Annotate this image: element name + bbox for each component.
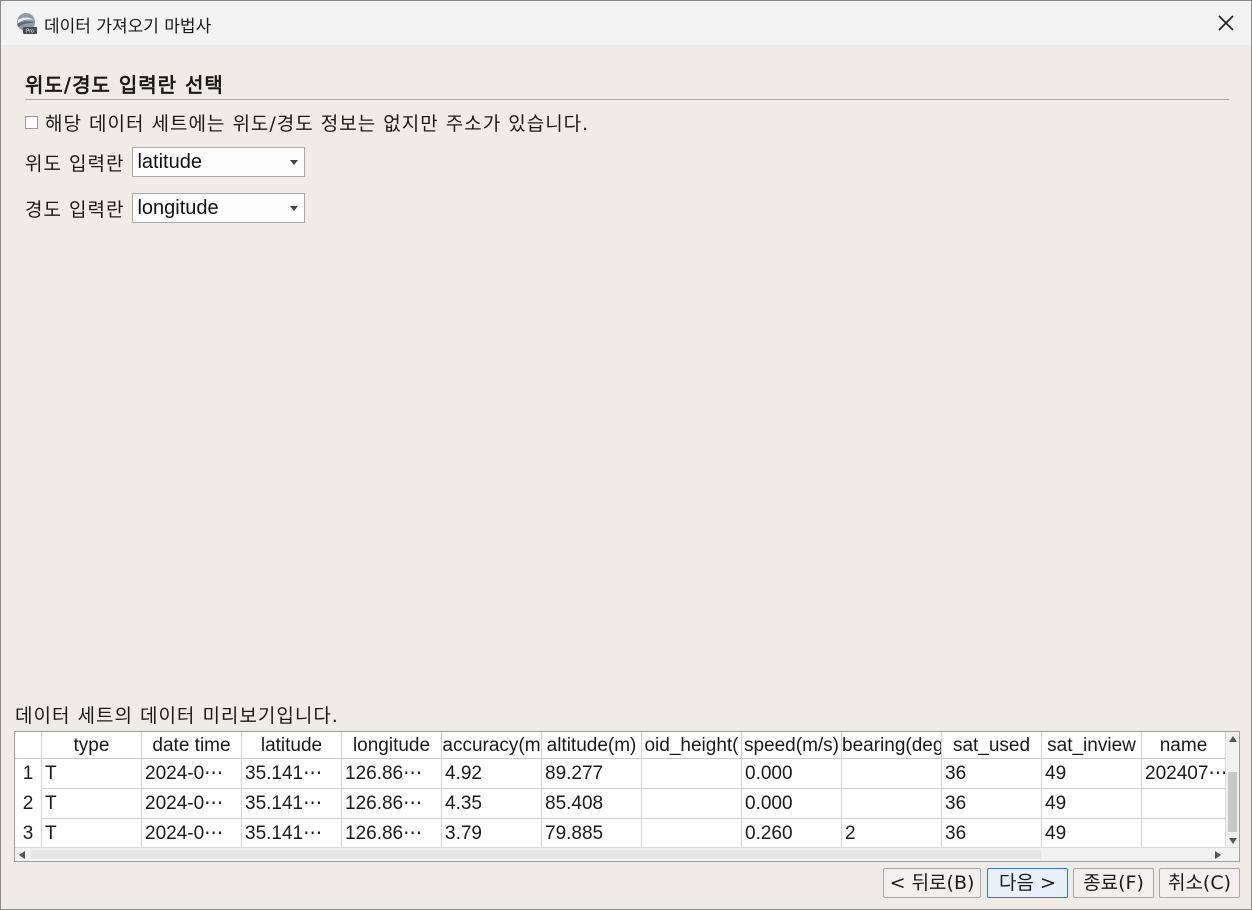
close-button[interactable]: [1201, 1, 1251, 45]
import-wizard-window: Pro 데이터 가져오기 마법사 위도/경도 입력란 선택 해당 데이터 세트에…: [0, 0, 1252, 910]
table-cell: 2: [842, 819, 942, 849]
table-cell: [1142, 819, 1226, 849]
table-cell: [842, 789, 942, 819]
column-header[interactable]: oid_height(: [642, 732, 742, 759]
table-row[interactable]: 1 T 2024-0⋯ 35.141⋯ 126.86⋯ 4.92 89.277 …: [15, 759, 1226, 789]
table-cell: 2024-0⋯: [142, 819, 242, 849]
scroll-right-icon[interactable]: [1215, 851, 1221, 859]
column-header[interactable]: sat_inview: [1042, 732, 1142, 759]
table-cell: 89.277: [542, 759, 642, 789]
column-header[interactable]: altitude(m): [542, 732, 642, 759]
latitude-field-value: latitude: [137, 151, 202, 173]
latitude-field-label: 위도 입력란: [25, 152, 125, 175]
table-row[interactable]: 3 T 2024-0⋯ 35.141⋯ 126.86⋯ 3.79 79.885 …: [15, 819, 1226, 849]
row-number: 1: [15, 759, 42, 789]
table-cell: 36: [942, 759, 1042, 789]
grid-body: 1 T 2024-0⋯ 35.141⋯ 126.86⋯ 4.92 89.277 …: [15, 759, 1226, 849]
page-heading: 위도/경도 입력란 선택: [25, 73, 224, 97]
longitude-field-row: 경도 입력란 longitude: [25, 193, 306, 223]
column-header[interactable]: sat_used: [942, 732, 1042, 759]
vertical-scrollbar[interactable]: [1225, 732, 1239, 848]
scroll-down-icon[interactable]: [1229, 838, 1237, 844]
column-header[interactable]: longitude: [342, 732, 442, 759]
finish-button[interactable]: 종료(F): [1073, 868, 1154, 898]
latitude-field-dropdown[interactable]: latitude: [132, 147, 306, 177]
column-header[interactable]: latitude: [242, 732, 342, 759]
column-header[interactable]: speed(m/s): [742, 732, 842, 759]
grid-header: type date time latitude longitude accura…: [15, 732, 1226, 759]
row-number-header: [15, 732, 42, 759]
table-cell: 49: [1042, 759, 1142, 789]
table-cell: 35.141⋯: [242, 789, 342, 819]
table-cell: [642, 819, 742, 849]
row-number: 3: [15, 819, 42, 849]
scroll-thumb[interactable]: [31, 850, 1041, 859]
table-cell: 35.141⋯: [242, 759, 342, 789]
table-cell: 0.260: [742, 819, 842, 849]
table-cell: 0.000: [742, 789, 842, 819]
table-cell: 4.92: [442, 759, 542, 789]
table-cell: 2024-0⋯: [142, 789, 242, 819]
back-button[interactable]: < 뒤로(B): [883, 868, 981, 898]
data-preview-grid[interactable]: type date time latitude longitude accura…: [14, 731, 1240, 862]
preview-label: 데이터 세트의 데이터 미리보기입니다.: [15, 705, 339, 727]
column-header[interactable]: bearing(deg: [842, 732, 942, 759]
table-cell: 36: [942, 789, 1042, 819]
table-cell: 79.885: [542, 819, 642, 849]
row-number: 2: [15, 789, 42, 819]
window-title: 데이터 가져오기 마법사: [44, 17, 212, 37]
address-checkbox-label: 해당 데이터 세트에는 위도/경도 정보는 없지만 주소가 있습니다.: [45, 112, 590, 135]
table-cell: 49: [1042, 789, 1142, 819]
cancel-button[interactable]: 취소(C): [1159, 868, 1240, 898]
table-cell: 36: [942, 819, 1042, 849]
chevron-down-icon: [290, 206, 299, 211]
table-cell: [842, 759, 942, 789]
table-cell: 3.79: [442, 819, 542, 849]
heading-divider: [25, 99, 1229, 100]
table-cell: T: [42, 759, 142, 789]
table-cell: 0.000: [742, 759, 842, 789]
latitude-field-row: 위도 입력란 latitude: [25, 147, 306, 177]
column-header[interactable]: name: [1142, 732, 1226, 759]
table-cell: 4.35: [442, 789, 542, 819]
table-cell: 35.141⋯: [242, 819, 342, 849]
longitude-field-label: 경도 입력란: [25, 198, 125, 221]
address-option-row[interactable]: 해당 데이터 세트에는 위도/경도 정보는 없지만 주소가 있습니다.: [25, 109, 589, 135]
table-cell: 49: [1042, 819, 1142, 849]
table-cell: 126.86⋯: [342, 759, 442, 789]
column-header[interactable]: type: [42, 732, 142, 759]
next-button[interactable]: 다음 >: [987, 868, 1068, 898]
table-cell: 85.408: [542, 789, 642, 819]
arcgis-pro-icon: Pro: [17, 13, 37, 35]
scroll-thumb[interactable]: [1228, 772, 1237, 832]
table-cell: [642, 759, 742, 789]
title-bar: Pro 데이터 가져오기 마법사: [1, 1, 1251, 45]
longitude-field-dropdown[interactable]: longitude: [132, 193, 306, 223]
table-cell: 202407⋯: [1142, 759, 1226, 789]
table-cell: 2024-0⋯: [142, 759, 242, 789]
table-row[interactable]: 2 T 2024-0⋯ 35.141⋯ 126.86⋯ 4.35 85.408 …: [15, 789, 1226, 819]
table-cell: 126.86⋯: [342, 819, 442, 849]
close-icon: [1218, 15, 1234, 31]
table-cell: 126.86⋯: [342, 789, 442, 819]
column-header[interactable]: accuracy(m: [442, 732, 542, 759]
scroll-left-icon[interactable]: [19, 851, 25, 859]
chevron-down-icon: [290, 160, 299, 165]
longitude-field-value: longitude: [137, 197, 219, 219]
column-header[interactable]: date time: [142, 732, 242, 759]
address-checkbox[interactable]: [25, 115, 38, 129]
table-cell: [642, 789, 742, 819]
svg-text:Pro: Pro: [26, 29, 34, 35]
table-cell: [1142, 789, 1226, 819]
table-cell: T: [42, 789, 142, 819]
scroll-up-icon[interactable]: [1229, 736, 1237, 742]
horizontal-scrollbar[interactable]: [15, 847, 1239, 861]
table-cell: T: [42, 819, 142, 849]
